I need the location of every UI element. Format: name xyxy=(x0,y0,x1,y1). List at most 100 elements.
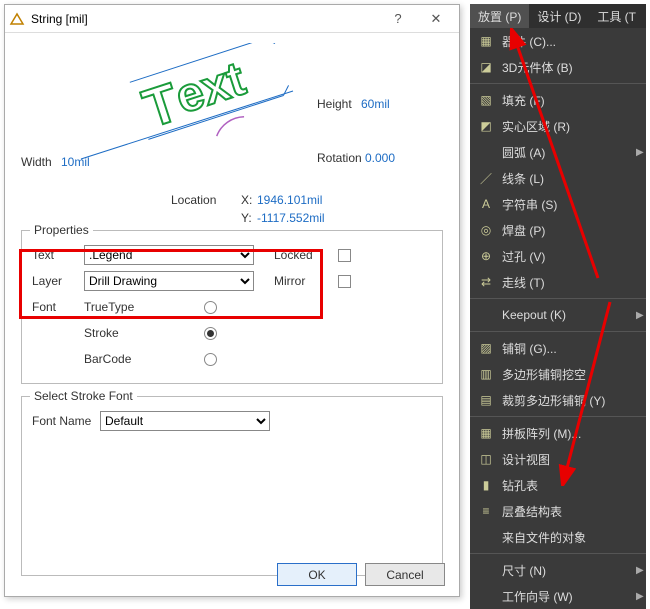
menu-item[interactable]: ⇄走线 (T) xyxy=(470,269,646,295)
menu-item[interactable]: 圆弧 (A) ▶ xyxy=(470,139,646,165)
menu-item-label: 铺铜 (G)... xyxy=(502,340,646,357)
menu-item-label: 多边形铺铜挖空 xyxy=(502,366,646,383)
menu-item[interactable]: ◩ 实心区域 (R) xyxy=(470,113,646,139)
cut-icon: ▤ xyxy=(478,392,494,408)
location-x-value[interactable]: 1946.101mil xyxy=(257,193,322,207)
pour-icon: ▨ xyxy=(478,340,494,356)
menu-item[interactable]: ⊕ 过孔 (V) xyxy=(470,243,646,269)
menu-item-label: 实心区域 (R) xyxy=(502,118,646,135)
menu-separator xyxy=(470,83,646,84)
menu-item[interactable]: 来自文件的对象 xyxy=(470,524,646,550)
close-button[interactable]: ✕ xyxy=(417,7,455,31)
menu-item[interactable]: A 字符串 (S) xyxy=(470,191,646,217)
region-icon: ◩ xyxy=(478,118,494,134)
menu-item[interactable]: ◫ 设计视图 xyxy=(470,446,646,472)
menu-tab[interactable]: 设计 (D) xyxy=(529,4,589,28)
fontname-label: Font Name xyxy=(32,414,100,428)
width-label: Width xyxy=(21,155,52,169)
via-icon: ⊕ xyxy=(478,248,494,264)
stroke-font-title: Select Stroke Font xyxy=(30,389,137,403)
blank-icon xyxy=(478,144,494,160)
font-truetype-label: TrueType xyxy=(84,300,204,314)
submenu-arrow-icon: ▶ xyxy=(636,565,646,576)
font-stroke-radio[interactable] xyxy=(204,327,217,340)
menu-item-label: 钻孔表 xyxy=(502,477,646,494)
height-value[interactable]: 60mil xyxy=(361,97,390,111)
menu-item[interactable]: ◎ 焊盘 (P) xyxy=(470,217,646,243)
blank-icon xyxy=(478,529,494,545)
fontname-combo[interactable]: Default xyxy=(100,411,270,431)
menu-item[interactable]: ◪3D元件体 (B) xyxy=(470,54,646,80)
menu-separator xyxy=(470,331,646,332)
menu-item[interactable]: ▥ 多边形铺铜挖空 xyxy=(470,361,646,387)
preview-graphic: T ext xyxy=(21,43,441,193)
menu-item[interactable]: ▮ 钻孔表 xyxy=(470,472,646,498)
poly-icon: ▥ xyxy=(478,366,494,382)
menu-item[interactable]: ▦ 器件 (C)... xyxy=(470,28,646,54)
fill-icon: ▧ xyxy=(478,92,494,108)
locked-label: Locked xyxy=(274,248,338,262)
height-label: Height xyxy=(317,97,352,111)
layer-combo[interactable]: Drill Drawing xyxy=(84,271,254,291)
line-icon: ／ xyxy=(478,170,494,186)
layer-label: Layer xyxy=(32,274,84,288)
menu-item-label: 设计视图 xyxy=(502,451,646,468)
preview-area: T ext Width 10mil Height 60mil Rotation … xyxy=(21,43,443,228)
rotation-value[interactable]: 0.000 xyxy=(365,151,395,165)
menu-item-label: 字符串 (S) xyxy=(502,196,646,213)
ok-button[interactable]: OK xyxy=(277,563,357,586)
stroke-font-group: Select Stroke Font Font Name Default xyxy=(21,396,443,576)
menu-item[interactable]: ▦ 拼板阵列 (M)... xyxy=(470,420,646,446)
chip-icon: ▦ xyxy=(478,33,494,49)
string-dialog: String [mil] ? ✕ T ext Width 10mil Heigh… xyxy=(4,4,460,597)
help-button[interactable]: ? xyxy=(379,7,417,31)
menu-item[interactable]: ▤ 裁剪多边形铺铜 (Y) xyxy=(470,387,646,413)
width-value[interactable]: 10mil xyxy=(61,155,90,169)
menu-item[interactable]: 尺寸 (N)▶ xyxy=(470,557,646,583)
menu-item[interactable]: ／ 线条 (L) xyxy=(470,165,646,191)
mirror-label: Mirror xyxy=(274,274,338,288)
locked-checkbox[interactable] xyxy=(338,249,351,262)
view-icon: ◫ xyxy=(478,451,494,467)
dialog-title: String [mil] xyxy=(31,12,379,26)
menu-tabs: 放置 (P)设计 (D)工具 (T xyxy=(470,4,646,28)
menu-item-label: 圆弧 (A) xyxy=(502,144,628,161)
text-combo[interactable]: .Legend xyxy=(84,245,254,265)
menu-tab[interactable]: 工具 (T xyxy=(589,4,644,28)
mirror-checkbox[interactable] xyxy=(338,275,351,288)
font-stroke-label: Stroke xyxy=(84,326,204,340)
location-y-value[interactable]: -1117.552mil xyxy=(257,211,325,225)
pad-icon: ◎ xyxy=(478,222,494,238)
menu-item-label: Keepout (K) xyxy=(502,308,628,322)
submenu-arrow-icon: ▶ xyxy=(636,147,646,158)
titlebar[interactable]: String [mil] ? ✕ xyxy=(5,5,459,33)
location-x-label: X: xyxy=(241,193,252,207)
menu-item-label: 走线 (T) xyxy=(502,274,646,291)
text-icon: A xyxy=(478,196,494,212)
submenu-arrow-icon: ▶ xyxy=(636,591,646,602)
properties-title: Properties xyxy=(30,223,93,237)
font-barcode-radio[interactable] xyxy=(204,353,217,366)
menu-item[interactable]: ≡ 层叠结构表 xyxy=(470,498,646,524)
menu-item-label: 线条 (L) xyxy=(502,170,646,187)
submenu-arrow-icon: ▶ xyxy=(636,310,646,321)
menu-item[interactable]: ▨ 铺铜 (G)... xyxy=(470,335,646,361)
menu-item-label: 器件 (C)... xyxy=(502,33,646,50)
stack-icon: ≡ xyxy=(478,503,494,519)
menu-item-label: 裁剪多边形铺铜 (Y) xyxy=(502,392,646,409)
menu-item-label: 层叠结构表 xyxy=(502,503,646,520)
menu-item-label: 过孔 (V) xyxy=(502,248,646,265)
menu-item[interactable]: ▧ 填充 (F) xyxy=(470,87,646,113)
menu-item-label: 焊盘 (P) xyxy=(502,222,646,239)
menu-item-label: 来自文件的对象 xyxy=(502,529,646,546)
menu-tab[interactable]: 放置 (P) xyxy=(470,4,529,28)
cancel-button[interactable]: Cancel xyxy=(365,563,445,586)
font-truetype-radio[interactable] xyxy=(204,301,217,314)
menu-item-label: 拼板阵列 (M)... xyxy=(502,425,646,442)
drill-icon: ▮ xyxy=(478,477,494,493)
menu-item[interactable]: Keepout (K) ▶ xyxy=(470,302,646,328)
menu-item[interactable]: 工作向导 (W)▶ xyxy=(470,583,646,609)
menu-separator xyxy=(470,553,646,554)
menu-item-label: 填充 (F) xyxy=(502,92,646,109)
array-icon: ▦ xyxy=(478,425,494,441)
